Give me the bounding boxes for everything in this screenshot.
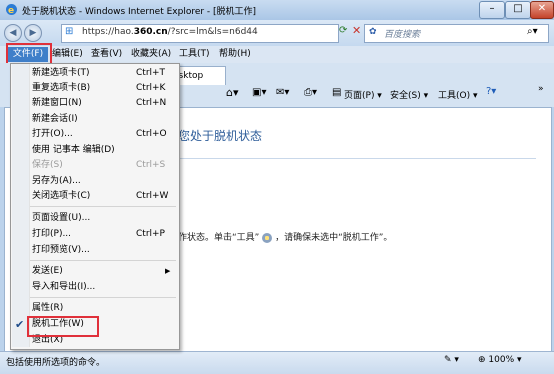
maximize-icon: □ <box>513 3 523 14</box>
menu-item-new-tab[interactable]: 新建选项卡(T) <box>32 65 90 81</box>
shortcut-print: Ctrl+P <box>136 229 165 239</box>
offline-message: 作状态。单击“工具” ，请确保未选中“脱机工作”。 <box>178 230 392 243</box>
menu-icon-strip <box>12 64 30 347</box>
refresh-icon[interactable]: ⟳ <box>339 25 347 36</box>
close-icon: ✕ <box>537 3 547 14</box>
menu-tools[interactable]: 工具(T) <box>179 47 210 62</box>
print-icon[interactable]: ⎙▾ <box>304 87 317 98</box>
menu-item-print[interactable]: 打印(P)... <box>32 226 71 242</box>
tools-menu[interactable]: 工具(O) ▾ <box>438 88 478 101</box>
menu-separator <box>30 206 176 207</box>
baidu-icon: ✿ <box>369 27 377 37</box>
svg-text:e: e <box>8 6 14 16</box>
page-icon: ⊞ <box>65 26 74 37</box>
menu-item-close-tab[interactable]: 关闭选项卡(C) <box>32 188 90 204</box>
gear-icon <box>262 232 273 243</box>
ie-icon: e <box>6 4 17 16</box>
home-icon[interactable]: ⌂▾ <box>226 86 239 99</box>
menu-item-new-session[interactable]: 新建会话(I) <box>32 111 78 127</box>
menu-item-edit-notepad[interactable]: 使用 记事本 编辑(D) <box>32 142 115 158</box>
safety-menu[interactable]: 安全(S) ▾ <box>390 88 428 101</box>
help-icon[interactable]: ?▾ <box>486 86 496 97</box>
window-title: 处于脱机状态 - Windows Internet Explorer - [脱机… <box>22 7 257 17</box>
menu-item-duplicate-tab[interactable]: 重复选项卡(B) <box>32 80 90 96</box>
search-placeholder: 百度搜索 <box>384 30 421 40</box>
shortcut-new-tab: Ctrl+T <box>136 68 166 78</box>
shortcut-save: Ctrl+S <box>136 160 166 170</box>
menu-item-properties[interactable]: 属性(R) <box>32 300 63 316</box>
menu-view[interactable]: 查看(V) <box>91 47 122 62</box>
stop-icon[interactable]: ✕ <box>352 24 361 37</box>
menu-item-page-setup[interactable]: 页面设置(U)... <box>32 210 90 226</box>
protected-mode-icon[interactable]: ✎ ▾ <box>444 355 459 365</box>
menu-help[interactable]: 帮助(H) <box>219 47 251 62</box>
close-button[interactable]: ✕ <box>530 1 554 19</box>
checkmark-icon: ✔ <box>15 318 25 331</box>
feeds-icon[interactable]: ▣▾ <box>252 87 266 98</box>
url-prefix: https://hao. <box>82 27 134 37</box>
menu-item-save: 保存(S) <box>32 160 63 170</box>
menu-favorites[interactable]: 收藏夹(A) <box>131 47 171 62</box>
menu-item-send[interactable]: 发送(E) <box>32 263 63 279</box>
menu-item-new-window[interactable]: 新建窗口(N) <box>32 95 82 111</box>
search-box[interactable]: ✿ 百度搜索 ⌕▾ <box>364 24 549 43</box>
shortcut-open: Ctrl+O <box>136 129 167 139</box>
menu-separator <box>30 260 176 261</box>
search-icon[interactable]: ⌕▾ <box>527 26 538 37</box>
offline-message-part1: 作状态。单击“工具” <box>178 233 260 243</box>
offline-title: 您处于脱机状态 <box>178 129 263 143</box>
address-url[interactable]: https://hao.360.cn/?src=lm&ls=n6d44 <box>82 27 258 37</box>
page-menu[interactable]: 页面(P) ▾ <box>344 88 382 101</box>
page-menu-icon: ▤ <box>332 87 342 98</box>
highlight-work-offline <box>27 316 99 337</box>
title-divider <box>176 158 536 159</box>
zoom-value: 100% <box>488 355 515 365</box>
shortcut-duplicate-tab: Ctrl+K <box>136 83 166 93</box>
zoom-icon: ⊕ <box>478 355 486 365</box>
shortcut-close-tab: Ctrl+W <box>136 191 169 201</box>
maximize-button[interactable]: □ <box>505 1 531 19</box>
menu-bar <box>0 46 554 63</box>
menu-item-print-preview[interactable]: 打印预览(V)... <box>32 242 90 258</box>
url-domain: 360.cn <box>133 27 168 37</box>
menu-item-save-as[interactable]: 另存为(A)... <box>32 173 81 189</box>
mail-icon[interactable]: ✉▾ <box>276 87 289 98</box>
menu-item-import-export[interactable]: 导入和导出(I)... <box>32 279 95 295</box>
offline-message-part2: ，请确保未选中“脱机工作”。 <box>275 233 393 243</box>
command-bar: ⌂▾ ▣▾ ✉▾ ⎙▾ ▤ 页面(P) ▾ 安全(S) ▾ 工具(O) ▾ ?▾… <box>168 84 554 104</box>
minimize-icon: – <box>489 3 495 14</box>
status-text: 包括使用所选项的命令。 <box>6 358 106 368</box>
address-bar[interactable]: ⊞ https://hao.360.cn/?src=lm&ls=n6d44 <box>61 24 339 43</box>
minimize-button[interactable]: – <box>479 1 505 19</box>
forward-button[interactable]: ▶ <box>24 24 42 42</box>
submenu-arrow-icon: ▶ <box>165 267 171 275</box>
shortcut-new-window: Ctrl+N <box>136 98 167 108</box>
menu-separator <box>30 297 176 298</box>
menu-edit[interactable]: 编辑(E) <box>52 47 83 62</box>
url-suffix: /?src=lm&ls=n6d44 <box>167 27 258 37</box>
menu-item-open[interactable]: 打开(O)... <box>32 126 73 142</box>
zoom-level[interactable]: ⊕ 100% ▾ <box>478 355 522 365</box>
more-commands[interactable]: » <box>538 84 544 94</box>
back-button[interactable]: ◀ <box>4 24 22 42</box>
